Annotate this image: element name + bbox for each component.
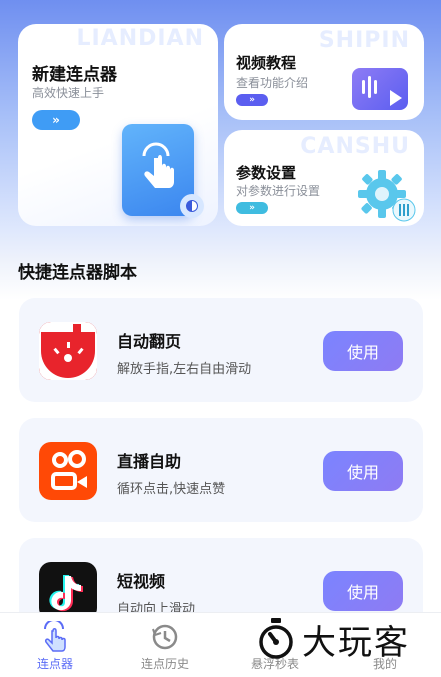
script-name: 直播自助 <box>117 452 182 471</box>
new-clicker-title: 新建连点器 <box>32 65 117 85</box>
gear-icon <box>358 170 416 222</box>
video-tutorial-go-button[interactable]: » <box>236 94 268 106</box>
double-chevron-icon: » <box>249 94 255 105</box>
watermark-logo: 大玩客 <box>256 614 436 664</box>
script-item-live-assist: 直播自助 循环点击,快速点赞 使用 <box>19 418 423 522</box>
video-tutorial-card[interactable]: SHIPIN 视频教程 查看功能介绍 » <box>224 24 424 120</box>
reader-app-icon <box>39 322 97 380</box>
video-tutorial-title: 视频教程 <box>236 54 297 72</box>
script-item-auto-page: 自动翻页 解放手指,左右自由滑动 使用 <box>19 298 423 402</box>
tap-hand-icon <box>142 142 174 188</box>
use-button[interactable]: 使用 <box>323 571 403 611</box>
params-settings-subtitle: 对参数进行设置 <box>236 184 321 198</box>
use-button[interactable]: 使用 <box>323 451 403 491</box>
video-camera-icon <box>352 68 408 110</box>
params-settings-go-button[interactable]: » <box>236 202 268 214</box>
tab-clicker[interactable]: 连点器 <box>0 613 110 677</box>
section-title: 快捷连点器脚本 <box>18 263 137 283</box>
params-settings-card[interactable]: CANSHU 参数设置 对参数进行设置 » <box>224 130 424 226</box>
use-button[interactable]: 使用 <box>323 331 403 371</box>
params-settings-title: 参数设置 <box>236 164 297 182</box>
new-clicker-subtitle: 高效快速上手 <box>32 86 105 100</box>
new-clicker-card[interactable]: LIANDIAN 新建连点器 高效快速上手 » <box>18 24 218 226</box>
stopwatch-icon <box>259 618 293 659</box>
double-chevron-icon: » <box>52 113 60 127</box>
tab-history[interactable]: 连点历史 <box>110 613 220 677</box>
script-desc: 循环点击,快速点赞 <box>117 482 226 497</box>
video-tutorial-subtitle: 查看功能介绍 <box>236 76 309 90</box>
card-watermark: CANSHU <box>300 134 410 159</box>
toggle-dot-icon <box>180 194 204 218</box>
tab-label: 连点器 <box>36 657 73 671</box>
tap-hand-icon <box>39 621 71 653</box>
card-watermark: LIANDIAN <box>76 26 204 51</box>
double-chevron-icon: » <box>249 202 255 213</box>
kuaishou-app-icon <box>39 442 97 500</box>
history-icon <box>149 621 181 653</box>
script-name: 短视频 <box>117 572 166 591</box>
script-desc: 解放手指,左右自由滑动 <box>117 362 252 377</box>
new-clicker-go-button[interactable]: » <box>32 110 80 130</box>
tab-label: 连点历史 <box>140 657 189 671</box>
watermark-text: 大玩客 <box>302 622 410 663</box>
tap-card-illustration <box>122 124 204 218</box>
script-name: 自动翻页 <box>117 332 182 351</box>
card-watermark: SHIPIN <box>318 28 410 53</box>
